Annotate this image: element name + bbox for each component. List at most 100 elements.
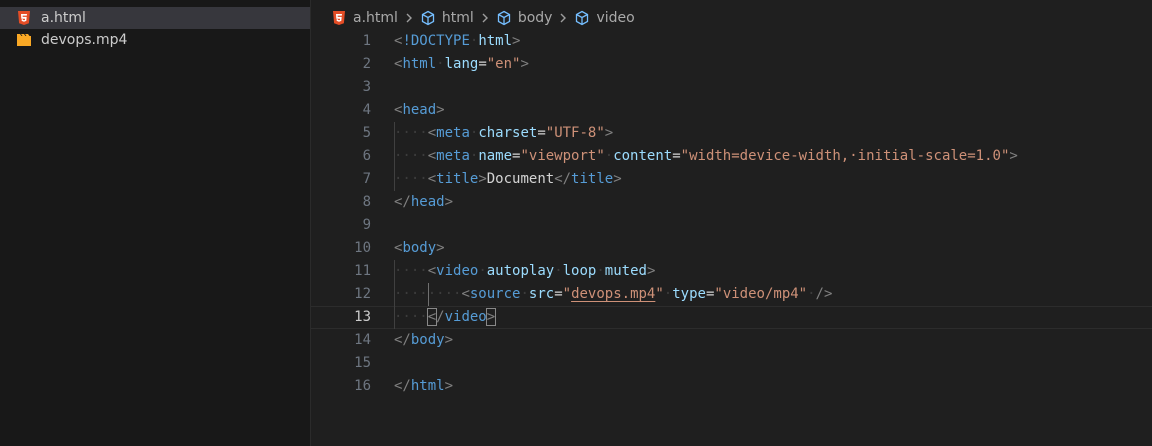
code-token: < bbox=[427, 125, 437, 141]
line-number: 14 bbox=[354, 332, 371, 348]
code-line[interactable]: 5 ····<meta·charset="UTF-8"> bbox=[311, 122, 1152, 145]
code-line[interactable]: 13 ····</video> bbox=[311, 306, 1152, 329]
line-number: 1 bbox=[362, 33, 371, 49]
line-number: 11 bbox=[354, 263, 371, 279]
breadcrumb-item-html[interactable]: html bbox=[420, 10, 474, 26]
code-token: · bbox=[663, 286, 673, 302]
code-token: meta bbox=[436, 125, 470, 141]
breadcrumb-file[interactable]: a.html bbox=[331, 10, 398, 26]
symbol-field-icon bbox=[420, 10, 436, 26]
indent-guide bbox=[394, 122, 395, 191]
code-token: "viewport" bbox=[520, 148, 605, 164]
symbol-field-icon bbox=[496, 10, 512, 26]
code-text: ····<meta·name="viewport"·content="width… bbox=[394, 145, 1018, 168]
code-token: = bbox=[537, 125, 546, 141]
code-text: <html·lang="en"> bbox=[394, 53, 529, 76]
code-token: / bbox=[436, 309, 445, 325]
html5-icon bbox=[331, 10, 347, 26]
code-token: head bbox=[402, 102, 437, 118]
code-line[interactable]: 2 <html·lang="en"> bbox=[311, 53, 1152, 76]
code-line[interactable]: 7 ····<title>Document</title> bbox=[311, 168, 1152, 191]
breadcrumb-item-body[interactable]: body bbox=[496, 10, 552, 26]
code-token: ···· bbox=[394, 263, 428, 279]
code-line[interactable]: 12········<source·src="devops.mp4"·type=… bbox=[311, 283, 1152, 306]
code-token: > bbox=[485, 308, 497, 326]
code-token: > bbox=[478, 171, 487, 187]
code-token: html bbox=[478, 33, 513, 49]
breadcrumb: a.html html body video bbox=[311, 7, 635, 29]
file-item[interactable]: devops.mp4 bbox=[0, 29, 310, 51]
code-token: video bbox=[436, 263, 479, 279]
code-line[interactable]: 4 <head> bbox=[311, 99, 1152, 122]
code-text: </body> bbox=[394, 329, 453, 352]
code-token: "video/mp4" bbox=[714, 286, 808, 302]
code-token: > bbox=[444, 332, 454, 348]
code-token: · bbox=[554, 263, 563, 279]
code-token: > bbox=[436, 102, 445, 118]
line-number: 5 bbox=[362, 125, 371, 141]
breadcrumb-item-video[interactable]: video bbox=[574, 10, 635, 26]
code-token: > bbox=[1009, 148, 1018, 164]
code-token: > bbox=[613, 171, 622, 187]
code-token: ···· bbox=[394, 171, 428, 187]
explorer-sidebar: a.html devops.mp4 bbox=[0, 0, 311, 446]
code-token: </ bbox=[554, 171, 572, 187]
code-token: > bbox=[520, 56, 529, 72]
html5-icon bbox=[16, 10, 32, 26]
code-token: < bbox=[427, 171, 437, 187]
code-token: · bbox=[807, 286, 816, 302]
indent-guide bbox=[428, 283, 429, 306]
code-token: "UTF-8" bbox=[545, 125, 605, 141]
line-number: 13 bbox=[354, 309, 371, 325]
symbol-field-icon bbox=[574, 10, 590, 26]
code-token: "width=device-width,·initial-scale=1.0" bbox=[680, 148, 1010, 164]
code-token: < bbox=[427, 263, 437, 279]
code-line[interactable]: 3 bbox=[311, 76, 1152, 99]
code-text: <body> bbox=[394, 237, 445, 260]
code-token: src bbox=[528, 286, 555, 302]
code-token: meta bbox=[436, 148, 470, 164]
code-token: > bbox=[444, 378, 454, 394]
line-number: 10 bbox=[354, 240, 371, 256]
file-item[interactable]: a.html bbox=[0, 7, 310, 29]
code-editor[interactable]: a.html html body video 1 <!DOCTYPE·html> 2 <h… bbox=[311, 0, 1152, 446]
code-token: title bbox=[571, 171, 614, 187]
code-line[interactable]: 6 ····<meta·name="viewport"·content="widt… bbox=[311, 145, 1152, 168]
breadcrumb-item-label: video bbox=[596, 10, 635, 26]
code-line[interactable]: 15 bbox=[311, 352, 1152, 375]
code-token: content bbox=[613, 148, 673, 164]
code-line[interactable]: 9 bbox=[311, 214, 1152, 237]
code-token: < bbox=[427, 148, 437, 164]
code-token: name bbox=[478, 148, 513, 164]
code-line[interactable]: 10 <body> bbox=[311, 237, 1152, 260]
code-line[interactable]: 11 ····<video·autoplay·loop·muted> bbox=[311, 260, 1152, 283]
code-token: · bbox=[604, 148, 614, 164]
chevron-right-icon bbox=[404, 12, 414, 24]
line-number: 4 bbox=[362, 102, 371, 118]
code-token: Document bbox=[486, 171, 555, 187]
code-token: devops.mp4 bbox=[571, 286, 656, 302]
code-line[interactable]: 8 </head> bbox=[311, 191, 1152, 214]
code-line[interactable]: 14 </body> bbox=[311, 329, 1152, 352]
code-token: /> bbox=[815, 286, 833, 302]
code-token: "en" bbox=[486, 56, 521, 72]
code-text: ········<source·src="devops.mp4"·type="v… bbox=[394, 283, 832, 306]
video-file-icon bbox=[16, 32, 32, 48]
line-number: 12 bbox=[354, 286, 371, 302]
code-text: <head> bbox=[394, 99, 445, 122]
code-token: > bbox=[444, 194, 454, 210]
code-token: head bbox=[410, 194, 445, 210]
code-token: autoplay bbox=[486, 263, 555, 279]
code-token: !DOCTYPE bbox=[402, 33, 470, 49]
code-token: title bbox=[436, 171, 479, 187]
code-line[interactable]: 16 </html> bbox=[311, 375, 1152, 398]
code-line[interactable]: 1 <!DOCTYPE·html> bbox=[311, 30, 1152, 53]
code-token: html bbox=[410, 378, 445, 394]
code-token: · bbox=[436, 56, 445, 72]
code-token: < bbox=[426, 308, 438, 326]
code-token: · bbox=[520, 286, 529, 302]
chevron-right-icon bbox=[480, 12, 490, 24]
line-number: 6 bbox=[362, 148, 371, 164]
line-number: 3 bbox=[362, 79, 371, 95]
code-token: body bbox=[402, 240, 437, 256]
